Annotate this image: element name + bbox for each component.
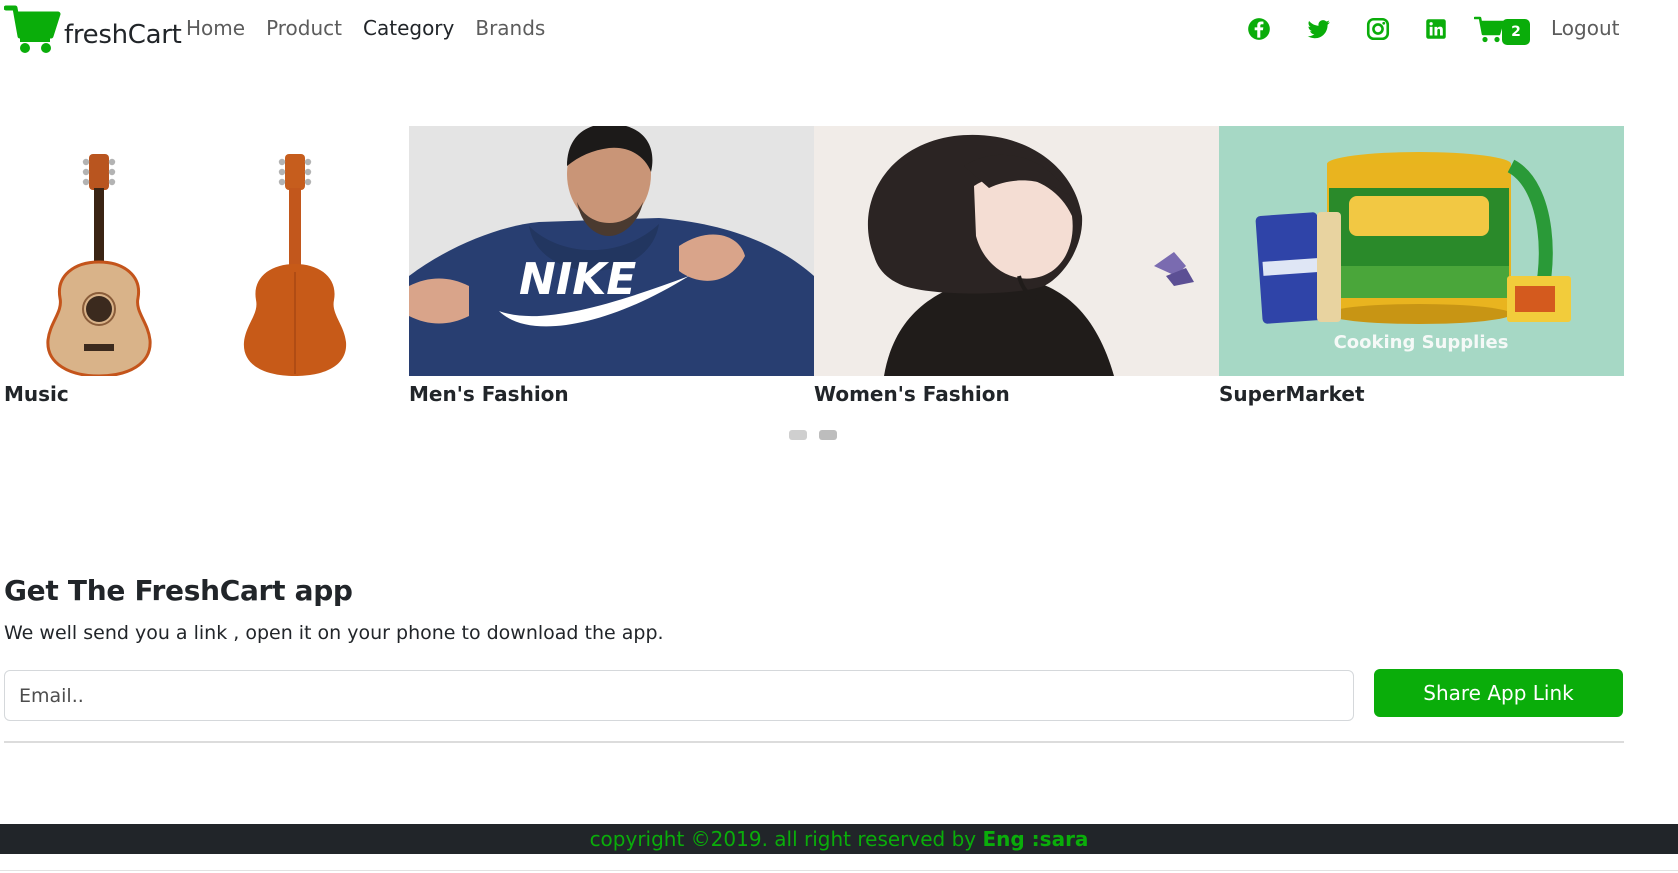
- category-label: Men's Fashion: [409, 382, 569, 406]
- nav-link-brands[interactable]: Brands: [475, 16, 545, 40]
- cart-icon: [1474, 16, 1504, 43]
- twitter-icon[interactable]: [1306, 16, 1332, 42]
- cooking-supplies-caption: Cooking Supplies: [1334, 332, 1509, 353]
- cooking-supplies-photo: Cooking Supplies: [1219, 126, 1624, 376]
- main-nav: Home Product Category Brands: [186, 16, 566, 40]
- category-card-mens-fashion[interactable]: NIKE Men's Fashion: [409, 126, 814, 409]
- app-section-title: Get The FreshCart app: [4, 574, 353, 607]
- woman-illustration: [814, 126, 1219, 376]
- cart-count-badge: 2: [1502, 19, 1530, 45]
- email-input[interactable]: [4, 670, 1354, 721]
- nav-link-home[interactable]: Home: [186, 16, 245, 40]
- footer-copyright: copyright ©2019. all right reserved by: [589, 827, 983, 851]
- category-slider[interactable]: Music NIKE Men's Fashion Women's Fashion…: [4, 126, 1626, 446]
- guitar-photo: [4, 126, 409, 376]
- category-label: Music: [4, 382, 69, 406]
- category-card-music[interactable]: Music: [4, 126, 409, 409]
- app-section-subtitle: We well send you a link , open it on you…: [4, 622, 664, 644]
- footer: copyright ©2019. all right reserved by E…: [0, 824, 1678, 854]
- category-label: Women's Fashion: [814, 382, 1010, 406]
- instagram-icon[interactable]: [1365, 16, 1391, 42]
- facebook-icon[interactable]: [1246, 16, 1272, 42]
- section-divider: [4, 741, 1624, 743]
- nav-link-product[interactable]: Product: [266, 16, 342, 40]
- logout-link[interactable]: Logout: [1551, 16, 1619, 40]
- slider-dot-2[interactable]: [819, 430, 837, 440]
- man-hoodie-photo: NIKE: [409, 126, 814, 376]
- cart-button[interactable]: 2: [1474, 14, 1532, 46]
- share-app-link-button[interactable]: Share App Link: [1374, 669, 1623, 717]
- navbar: freshCart Home Product Category Brands 2…: [0, 0, 1678, 62]
- footer-author: Eng :sara: [982, 827, 1089, 851]
- shopping-cart-icon: [4, 5, 61, 53]
- category-card-supermarket[interactable]: Cooking Supplies SuperMarket: [1219, 126, 1624, 409]
- svg-text:NIKE: NIKE: [519, 254, 636, 305]
- slider-dot-1[interactable]: [789, 430, 807, 440]
- brand-logo[interactable]: freshCart: [4, 2, 182, 56]
- linkedin-icon[interactable]: [1423, 16, 1449, 42]
- brand-name: freshCart: [64, 20, 182, 50]
- slider-dots: [789, 430, 849, 440]
- page-bottom-line: [0, 870, 1678, 871]
- nav-link-category[interactable]: Category: [363, 16, 454, 40]
- category-card-womens-fashion[interactable]: Women's Fashion: [814, 126, 1219, 409]
- category-label: SuperMarket: [1219, 382, 1365, 406]
